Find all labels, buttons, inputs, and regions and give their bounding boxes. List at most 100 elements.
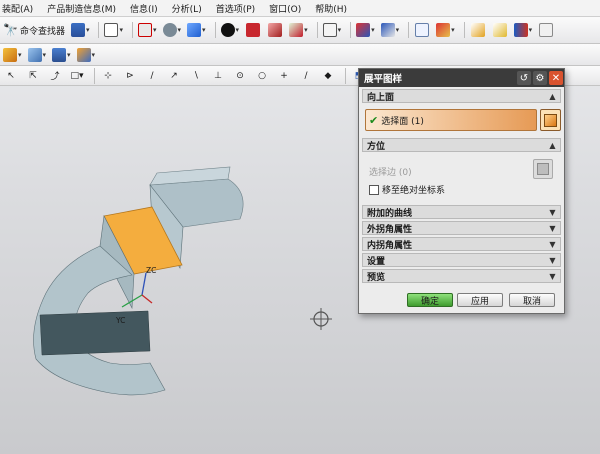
chevron-down-icon[interactable]: ▼ [547, 207, 558, 218]
menu-window[interactable]: 窗口(O) [269, 2, 301, 15]
snap-line-icon: ∕ [150, 70, 154, 81]
snap-face-button[interactable]: ◆ [319, 67, 337, 85]
command-finder-button[interactable]: 🔭 命令查找器 [2, 21, 66, 39]
snap-button[interactable]: ▾ [380, 21, 401, 39]
cancel-button[interactable]: 取消 [509, 293, 555, 307]
component-button[interactable]: ▾ [27, 46, 48, 64]
command-finder-label: 命令查找器 [19, 26, 65, 37]
background-icon [322, 23, 337, 37]
section-preview[interactable]: 预览 ▼ [362, 269, 561, 283]
layer-button[interactable]: ▾ [51, 46, 72, 64]
close-icon[interactable]: ✕ [549, 71, 563, 85]
toolbar-separator [463, 22, 465, 38]
section-up-face[interactable]: 向上面 ▲ [362, 89, 561, 103]
flatten-pattern-dialog: 展平图样 ↺ ⚙ ✕ 向上面 ▲ ✔ 选择面 (1) 方位 ▲ 选择边 (0) … [358, 68, 565, 314]
section-preview-title: 预览 [367, 272, 386, 283]
shaded-cube-icon [187, 23, 202, 37]
section-settings-title: 设置 [367, 256, 386, 267]
section-inner-corner-title: 内拐角属性 [367, 240, 413, 251]
pencil-button[interactable]: ▾ [76, 46, 97, 64]
chevron-up-icon[interactable]: ▲ [547, 91, 558, 102]
snap-line-button[interactable]: ∕ [143, 67, 161, 85]
chevron-down-icon[interactable]: ▼ [547, 271, 558, 282]
select-edge-label: 选择边 (0) [369, 168, 412, 178]
rotate-view-icon [162, 23, 177, 37]
section-additional-curves[interactable]: 附加的曲线 ▼ [362, 205, 561, 219]
chevron-up-icon[interactable]: ▲ [547, 140, 558, 151]
snap-midpoint-button[interactable]: ⊳ [121, 67, 139, 85]
menu-help[interactable]: 帮助(H) [315, 2, 347, 15]
section-view-icon [220, 23, 235, 37]
wcs-button[interactable]: ▾ [435, 21, 456, 39]
wcs-icon [436, 23, 451, 37]
assembly-tool-button[interactable]: ▾ [2, 46, 23, 64]
more-button[interactable] [537, 21, 555, 39]
section-outer-corner[interactable]: 外拐角属性 ▼ [362, 221, 561, 235]
toolbar-row-1: 🔭 命令查找器 ▾ ▾ ▾ ▾ ▾ ▾ ▾ ▾ ▾ ▾ ▾ ▾ [0, 17, 600, 44]
box-select-icon: □▾ [70, 70, 84, 81]
arrow-up-button[interactable]: ▾ [355, 21, 376, 39]
snap-center-button[interactable]: ⊙ [231, 67, 249, 85]
select-multi-button[interactable]: ⇱ [24, 67, 42, 85]
box-select-button[interactable]: □▾ [68, 67, 86, 85]
snap-endpoint-icon: ⊹ [104, 70, 112, 81]
settings-icon[interactable]: ⚙ [533, 71, 547, 85]
snap-diag-button[interactable]: ∕ [297, 67, 315, 85]
move-to-absolute-checkbox[interactable]: 移至绝对坐标系 [369, 183, 445, 196]
checkbox-box[interactable] [369, 184, 379, 195]
layout-button[interactable]: ▾ [70, 21, 91, 39]
ok-button[interactable]: 确定 [407, 293, 453, 307]
toolbar-separator [214, 22, 216, 38]
section-orientation[interactable]: 方位 ▲ [362, 138, 561, 152]
up-face-selection-row[interactable]: ✔ 选择面 (1) [365, 109, 537, 131]
move-button[interactable] [469, 21, 487, 39]
background-button[interactable]: ▾ [322, 21, 343, 39]
menu-information[interactable]: 信息(I) [130, 2, 158, 15]
section-outer-corner-title: 外拐角属性 [367, 224, 413, 235]
chevron-down-icon[interactable]: ▼ [547, 255, 558, 266]
shaded-cube-button[interactable]: ▾ [186, 21, 207, 39]
transform-button[interactable] [491, 21, 509, 39]
select-face-button[interactable] [540, 109, 561, 131]
select-edge-button[interactable] [533, 159, 553, 179]
snap-circle-button[interactable]: ○ [253, 67, 271, 85]
snap-endpoint-button[interactable]: ⊹ [99, 67, 117, 85]
chevron-down-icon[interactable]: ▼ [547, 223, 558, 234]
material-red-button[interactable] [244, 21, 262, 39]
material-green-icon [289, 23, 304, 37]
document-button[interactable] [413, 21, 431, 39]
section-inner-corner[interactable]: 内拐角属性 ▼ [362, 237, 561, 251]
more-icon [539, 23, 554, 37]
rotate-view-button[interactable]: ▾ [162, 21, 183, 39]
section-view-button[interactable]: ▾ [220, 21, 241, 39]
snap-circle-icon: ○ [258, 70, 266, 81]
select-button[interactable]: ↖ [2, 67, 20, 85]
snap-plus-button[interactable]: + [275, 67, 293, 85]
reset-icon[interactable]: ↺ [517, 71, 531, 85]
axis-yc-label: YC [115, 316, 125, 325]
view-orient-button[interactable]: ▾ [103, 21, 124, 39]
menu-preferences[interactable]: 首选项(P) [216, 2, 255, 15]
snap-perp-button[interactable]: ⊥ [209, 67, 227, 85]
fit-view-button[interactable]: ▾ [137, 21, 158, 39]
snap-tangent-button[interactable]: ∖ [187, 67, 205, 85]
material-green-button[interactable]: ▾ [288, 21, 309, 39]
snap-center-icon: ⊙ [236, 70, 244, 81]
dialog-title: 展平图样 [364, 74, 403, 85]
snap-diag-icon: ∕ [304, 70, 308, 81]
snap-angle-button[interactable]: ↗ [165, 67, 183, 85]
feature-select-button[interactable]: ⤴ [46, 67, 64, 85]
check-icon: ✔ [369, 113, 379, 127]
section-settings[interactable]: 设置 ▼ [362, 253, 561, 267]
material-cube-button[interactable] [266, 21, 284, 39]
snap-angle-icon: ↗ [170, 70, 178, 81]
component-icon [27, 47, 42, 62]
menu-assembly[interactable]: 装配(A) [2, 2, 33, 15]
menu-analysis[interactable]: 分析(L) [172, 2, 202, 15]
chevron-down-icon[interactable]: ▼ [547, 239, 558, 250]
apply-button[interactable]: 应用 [457, 293, 503, 307]
edge-cube-icon [537, 163, 549, 175]
toolbar-separator [132, 22, 133, 38]
menu-pmi[interactable]: 产品制造信息(M) [47, 2, 116, 15]
play-button[interactable]: ▾ [513, 21, 534, 39]
